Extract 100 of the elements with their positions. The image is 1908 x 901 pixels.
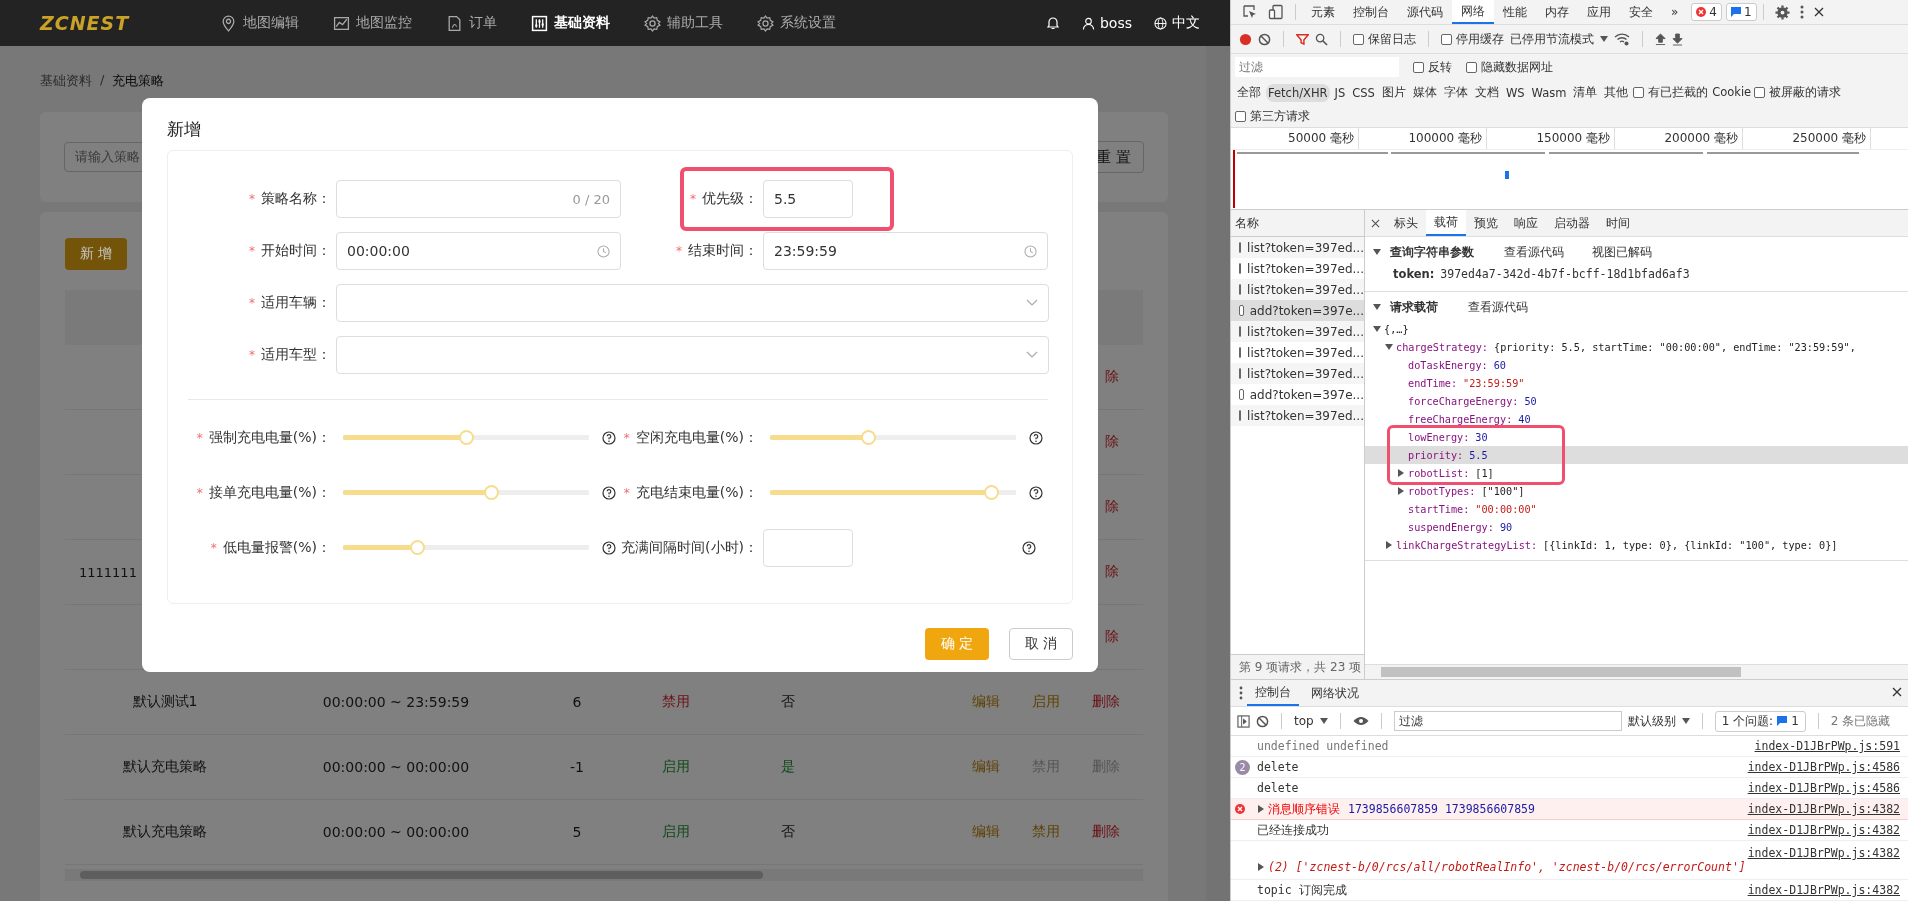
json-row[interactable]: suspendEnergy: 90 (1365, 518, 1908, 536)
devtools-tab[interactable]: 安全 (1620, 0, 1662, 24)
json-row[interactable]: {,…} (1365, 320, 1908, 338)
settings-icon[interactable] (1774, 4, 1790, 20)
source-link[interactable]: index-D1JBrPWp.js:4382 (1747, 846, 1900, 860)
type-filter[interactable]: 清单 (1571, 83, 1600, 102)
nav-item[interactable]: 订单 (446, 14, 497, 32)
detail-tab[interactable]: 载荷 (1426, 210, 1466, 236)
nav-item[interactable]: 地图编辑 (220, 14, 299, 32)
input-field[interactable]: 5.5 (763, 180, 853, 218)
json-row[interactable]: linkChargeStrategyList: [{linkId: 1, type: 0}, {linkId: "100", type: 0}] (1365, 536, 1908, 554)
view-link[interactable]: 查看源代码 (1504, 243, 1564, 261)
type-filter[interactable]: 媒体 (1410, 83, 1439, 102)
more-vertical-icon[interactable] (1239, 686, 1243, 700)
type-filter[interactable]: JS (1332, 83, 1348, 102)
help-icon[interactable] (602, 485, 616, 500)
request-row[interactable]: list?token=397ed... (1231, 237, 1364, 258)
expanded-triangle-icon[interactable] (1373, 325, 1381, 333)
checkbox[interactable] (1413, 61, 1424, 73)
help-icon[interactable] (1029, 485, 1043, 500)
help-icon[interactable] (1022, 540, 1036, 555)
detail-tab[interactable]: 启动器 (1546, 210, 1598, 236)
json-row[interactable]: lowEnergy: 30 (1365, 428, 1908, 446)
collapsed-triangle-icon[interactable] (1385, 541, 1393, 549)
detail-tab[interactable]: 响应 (1506, 210, 1546, 236)
logo[interactable]: ZCNEST (40, 12, 130, 34)
close-icon[interactable] (1371, 219, 1380, 228)
slider-handle[interactable] (984, 485, 1000, 500)
checkbox[interactable] (1466, 61, 1477, 73)
more-vertical-icon[interactable] (1799, 5, 1804, 19)
horizontal-scrollbar[interactable] (65, 869, 1143, 881)
json-row[interactable]: chargeStrategy: {priority: 5.5, startTime: "00:00:00", endTime: "23:59:59", (1365, 338, 1908, 356)
type-filter[interactable]: WS (1503, 83, 1527, 102)
input-field[interactable] (763, 528, 853, 567)
devtools-tab[interactable]: 性能 (1494, 0, 1536, 24)
nav-item[interactable]: 系统设置 (757, 14, 836, 32)
expanded-triangle-icon[interactable] (1385, 343, 1393, 351)
wifi-settings-icon[interactable] (1614, 32, 1630, 46)
horizontal-scrollbar[interactable] (1365, 664, 1908, 679)
filter-field[interactable]: 过滤 (1393, 711, 1622, 731)
user-name[interactable]: boss (1099, 15, 1132, 31)
drawer-tab[interactable]: 网络状况 (1303, 680, 1367, 706)
source-link[interactable]: index-D1JBrPWp.js:4382 (1747, 802, 1900, 816)
detail-tab[interactable]: 标头 (1386, 210, 1426, 236)
add-button[interactable]: 新 增 (65, 238, 127, 270)
inspect-cursor-icon[interactable] (1242, 4, 1258, 20)
type-filter[interactable]: Wasm (1529, 83, 1569, 102)
detail-tab[interactable]: 预览 (1466, 210, 1506, 236)
source-link[interactable]: index-D1JBrPWp.js:4382 (1747, 883, 1900, 897)
type-filter[interactable]: 字体 (1441, 83, 1470, 102)
request-row[interactable]: add?token=397e... (1231, 300, 1364, 321)
filter-icon[interactable] (1296, 32, 1309, 46)
language-menu[interactable]: 中文 (1172, 14, 1200, 32)
devtools-tab[interactable]: 网络 (1452, 0, 1494, 24)
json-row[interactable]: doTaskEnergy: 60 (1365, 356, 1908, 374)
cancel-button[interactable]: 取 消 (1009, 628, 1073, 660)
issues-button[interactable]: 1 个问题: 1 (1714, 710, 1806, 732)
devtools-tab[interactable]: 元素 (1302, 0, 1344, 24)
source-link[interactable]: index-D1JBrPWp.js:591 (1754, 739, 1900, 753)
checkbox[interactable] (1633, 87, 1645, 98)
request-row[interactable]: list?token=397ed... (1231, 363, 1364, 384)
help-icon[interactable] (602, 430, 616, 445)
clear-icon[interactable] (1256, 714, 1269, 728)
source-link[interactable]: index-D1JBrPWp.js:4586 (1747, 781, 1900, 795)
upload-icon[interactable] (1655, 32, 1666, 46)
context-dropdown[interactable]: top (1294, 714, 1314, 728)
eye-icon[interactable] (1352, 716, 1369, 726)
section-title[interactable]: 请求载荷 (1390, 298, 1438, 316)
source-link[interactable]: index-D1JBrPWp.js:4586 (1747, 760, 1900, 774)
checkbox[interactable] (1754, 87, 1766, 98)
expanded-triangle-icon[interactable] (1373, 303, 1381, 311)
devtools-tab[interactable]: 内存 (1536, 0, 1578, 24)
time-field[interactable]: 00:00:00 (336, 232, 621, 270)
checkbox[interactable] (1353, 33, 1364, 45)
expanded-triangle-icon[interactable] (1373, 248, 1381, 256)
download-icon[interactable] (1672, 32, 1683, 46)
type-filter[interactable]: 全部 (1235, 83, 1263, 102)
filter-field[interactable]: 过滤 (1235, 57, 1399, 77)
type-filter[interactable]: 其他 (1602, 83, 1631, 102)
close-icon[interactable] (1813, 7, 1824, 17)
json-row[interactable]: priority: 5.5 (1365, 446, 1908, 464)
level-dropdown[interactable]: 默认级别 (1627, 712, 1676, 730)
nav-item[interactable]: 基础资料 (531, 14, 610, 32)
slider-handle[interactable] (861, 430, 877, 445)
collapsed-triangle-icon[interactable] (1397, 487, 1405, 495)
time-field[interactable]: 23:59:59 (763, 232, 1048, 270)
view-link[interactable]: 视图已解码 (1592, 243, 1652, 261)
slider-handle[interactable] (409, 540, 425, 555)
devtools-tab[interactable]: 控制台 (1344, 0, 1398, 24)
collapsed-triangle-icon[interactable] (1257, 863, 1265, 871)
select-field[interactable] (336, 284, 1049, 322)
page-scrollbar[interactable] (1206, 46, 1230, 901)
bell-icon[interactable] (1045, 15, 1060, 31)
request-row[interactable]: list?token=397ed... (1231, 258, 1364, 279)
request-row[interactable]: list?token=397ed... (1231, 342, 1364, 363)
request-row[interactable]: add?token=397e... (1231, 384, 1364, 405)
help-icon[interactable] (602, 540, 616, 555)
devtools-tab[interactable]: 应用 (1578, 0, 1620, 24)
section-title[interactable]: 查询字符串参数 (1390, 243, 1474, 261)
request-row[interactable]: list?token=397ed... (1231, 321, 1364, 342)
